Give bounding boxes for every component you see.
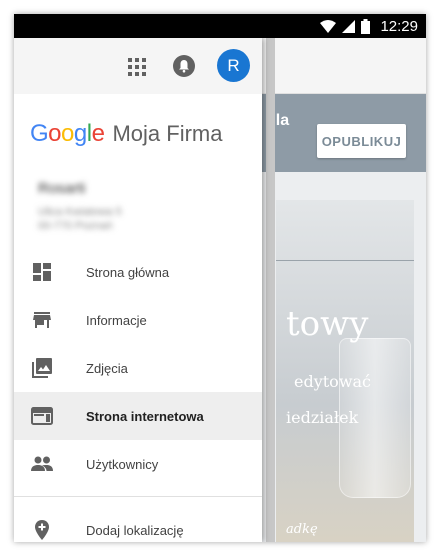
menu-item-photos[interactable]: Zdjęcia (14, 344, 262, 392)
business-info[interactable]: Rosarti Ulica Kwiatowa 5 00-770 Poznań (38, 180, 122, 233)
preview-text-2: iedziałek (286, 408, 359, 427)
apps-icon[interactable] (126, 56, 148, 78)
add-location-icon (35, 520, 49, 540)
dashboard-icon (33, 263, 51, 281)
product-name: Moja Firma (112, 121, 223, 146)
drawer-menu: Strona główna Informacje Zdjęcia Strona … (14, 248, 262, 488)
photos-icon (32, 358, 52, 378)
menu-item-info[interactable]: Informacje (14, 296, 262, 344)
avatar[interactable]: R (217, 49, 250, 82)
google-logo: Google (30, 120, 105, 147)
menu-divider (14, 496, 262, 497)
menu-item-label: Strona główna (86, 264, 170, 280)
menu-item-label: Dodaj lokalizację (86, 522, 184, 538)
store-icon (33, 312, 51, 328)
google-my-business-logo: Google Moja Firma (30, 120, 222, 152)
menu-item-users[interactable]: Użytkownicy (14, 440, 262, 488)
app-frame: 12:29 dla OPUBLIKUJ towy edytować iedzia… (14, 14, 426, 542)
business-address: Ulica Kwiatowa 5 00-770 Poznań (38, 206, 122, 232)
publish-button[interactable]: OPUBLIKUJ (317, 124, 406, 158)
status-time: 12:29 (380, 17, 418, 35)
status-bar: 12:29 (14, 14, 426, 38)
preview-divider (276, 260, 414, 261)
people-icon (31, 456, 53, 471)
menu-item-add-location[interactable]: Dodaj lokalizację (14, 506, 262, 542)
menu-item-label: Użytkownicy (86, 456, 159, 472)
status-icons: 12:29 (320, 17, 418, 35)
menu-item-label: Strona internetowa (86, 408, 204, 424)
wifi-icon (320, 19, 337, 33)
menu-extra: Dodaj lokalizację (14, 506, 262, 542)
menu-item-home[interactable]: Strona główna (14, 248, 262, 296)
business-name: Rosarti (38, 180, 86, 197)
menu-item-label: Informacje (86, 312, 147, 328)
signal-icon (342, 19, 356, 33)
notifications-icon[interactable] (172, 54, 196, 78)
web-icon (31, 407, 53, 425)
drawer-scrollbar[interactable] (266, 38, 275, 542)
menu-item-label: Zdjęcia (86, 360, 128, 376)
preview-text-1: edytować (294, 372, 372, 391)
battery-icon (361, 18, 371, 34)
preview-text-3: adkę (286, 522, 318, 537)
menu-item-website[interactable]: Strona internetowa (14, 392, 262, 440)
navigation-drawer: R Google Moja Firma Rosarti Ulica Kwiato… (14, 38, 262, 542)
preview-title: towy (286, 304, 369, 344)
drawer-toolbar: R (14, 38, 262, 94)
